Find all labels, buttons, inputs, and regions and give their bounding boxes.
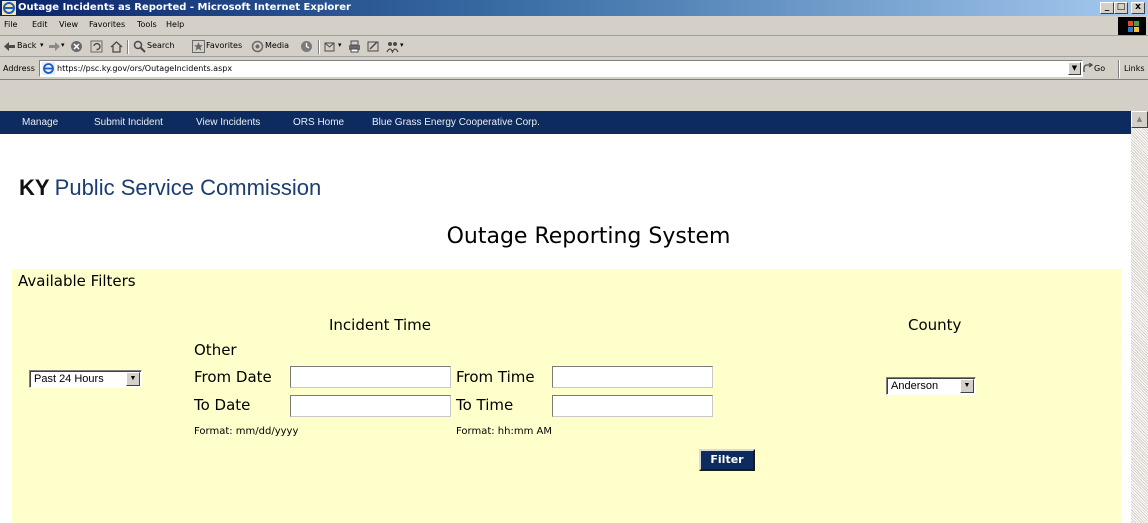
menu-file[interactable]: File xyxy=(4,20,17,29)
browser-window: Outage Incidents as Reported - Microsoft… xyxy=(0,0,1148,523)
county-select[interactable]: Anderson ▼ xyxy=(886,377,976,395)
site-nav-bar: Manage Submit Incident View Incidents OR… xyxy=(0,111,1131,134)
time-format-hint: Format: hh:mm AM xyxy=(456,426,552,437)
chevron-down-icon[interactable]: ▼ xyxy=(960,379,974,393)
stop-icon[interactable] xyxy=(70,40,83,53)
county-value: Anderson xyxy=(891,380,939,392)
brand-agency: Public Service Commission xyxy=(54,175,322,200)
nav-manage[interactable]: Manage xyxy=(22,117,58,128)
chevron-down-icon[interactable]: ▼ xyxy=(126,372,140,386)
window-title: Outage Incidents as Reported - Microsoft… xyxy=(18,2,351,13)
home-icon[interactable] xyxy=(110,40,123,53)
close-button[interactable]: x xyxy=(1131,2,1145,14)
nav-submit-incident[interactable]: Submit Incident xyxy=(94,117,163,128)
mail-dropdown-icon[interactable]: ▾ xyxy=(338,41,342,49)
address-label: Address xyxy=(3,64,35,73)
ie-logo-icon xyxy=(2,1,16,15)
address-bar: Address https://psc.ky.gov/ors/OutageInc… xyxy=(0,58,1148,80)
mail-icon[interactable] xyxy=(324,40,337,53)
search-button[interactable]: Search xyxy=(147,41,174,50)
scroll-up-arrow-icon[interactable]: ▲ xyxy=(1131,111,1148,128)
back-button[interactable]: Back xyxy=(17,41,36,50)
media-icon[interactable] xyxy=(251,40,264,53)
back-dropdown-icon[interactable]: ▾ xyxy=(40,41,44,49)
from-date-input[interactable] xyxy=(290,366,451,388)
back-arrow-icon[interactable] xyxy=(3,40,16,53)
other-label: Other xyxy=(194,341,237,359)
forward-arrow-icon[interactable] xyxy=(48,40,61,53)
toolbar-separator xyxy=(318,40,320,54)
edit-icon[interactable] xyxy=(367,40,380,53)
go-button[interactable]: Go xyxy=(1094,64,1105,73)
to-time-input[interactable] xyxy=(552,395,713,417)
menu-help[interactable]: Help xyxy=(166,20,184,29)
brand-state: KY xyxy=(19,175,50,200)
nav-view-incidents[interactable]: View Incidents xyxy=(196,117,260,128)
filters-heading: Available Filters xyxy=(18,272,136,290)
menu-bar: File Edit View Favorites Tools Help xyxy=(0,16,1148,36)
title-bar: Outage Incidents as Reported - Microsoft… xyxy=(0,0,1148,16)
menu-view[interactable]: View xyxy=(59,20,78,29)
menu-favorites[interactable]: Favorites xyxy=(89,20,125,29)
media-button[interactable]: Media xyxy=(265,41,289,50)
favorites-button[interactable]: Favorites xyxy=(206,41,242,50)
page-icon xyxy=(42,62,55,75)
address-url: https://psc.ky.gov/ors/OutageIncidents.a… xyxy=(57,64,233,73)
address-dropdown-icon[interactable]: ▼ xyxy=(1068,62,1081,75)
maximize-button[interactable]: □ xyxy=(1114,2,1128,14)
to-date-input[interactable] xyxy=(290,395,451,417)
date-format-hint: Format: mm/dd/yyyy xyxy=(194,426,299,437)
messenger-dropdown-icon[interactable]: ▾ xyxy=(400,41,404,49)
toolbar-separator xyxy=(127,40,129,54)
favorites-star-icon[interactable] xyxy=(192,40,205,53)
links-button[interactable]: Links xyxy=(1124,64,1145,73)
go-arrow-icon[interactable] xyxy=(1082,63,1093,74)
print-icon[interactable] xyxy=(348,40,361,53)
toolbar: Back ▾ ▾ Search Favorites Media ▾ ▾ xyxy=(0,37,1148,57)
to-date-label: To Date xyxy=(194,396,251,414)
county-heading: County xyxy=(908,316,962,334)
menu-edit[interactable]: Edit xyxy=(32,20,48,29)
nav-ors-home[interactable]: ORS Home xyxy=(293,117,344,128)
site-brand: KY Public Service Commission xyxy=(19,175,321,201)
minimize-button[interactable]: _ xyxy=(1100,2,1114,14)
vertical-scrollbar[interactable] xyxy=(1131,111,1148,523)
incident-time-heading: Incident Time xyxy=(329,316,431,334)
refresh-icon[interactable] xyxy=(90,40,103,53)
forward-dropdown-icon[interactable]: ▾ xyxy=(61,41,65,49)
from-time-label: From Time xyxy=(456,368,535,386)
links-separator xyxy=(1118,60,1120,78)
filter-button[interactable]: Filter xyxy=(699,449,755,471)
from-date-label: From Date xyxy=(194,368,272,386)
history-icon[interactable] xyxy=(300,40,313,53)
address-input[interactable]: https://psc.ky.gov/ors/OutageIncidents.a… xyxy=(39,60,1083,77)
windows-logo-icon xyxy=(1118,17,1146,35)
search-icon[interactable] xyxy=(133,40,146,53)
to-time-label: To Time xyxy=(456,396,514,414)
time-period-select[interactable]: Past 24 Hours ▼ xyxy=(29,370,142,388)
time-period-value: Past 24 Hours xyxy=(34,373,104,385)
nav-company[interactable]: Blue Grass Energy Cooperative Corp. xyxy=(372,117,540,128)
messenger-icon[interactable] xyxy=(386,40,399,53)
menu-tools[interactable]: Tools xyxy=(137,20,157,29)
from-time-input[interactable] xyxy=(552,366,713,388)
page-title: Outage Reporting System xyxy=(446,224,731,249)
